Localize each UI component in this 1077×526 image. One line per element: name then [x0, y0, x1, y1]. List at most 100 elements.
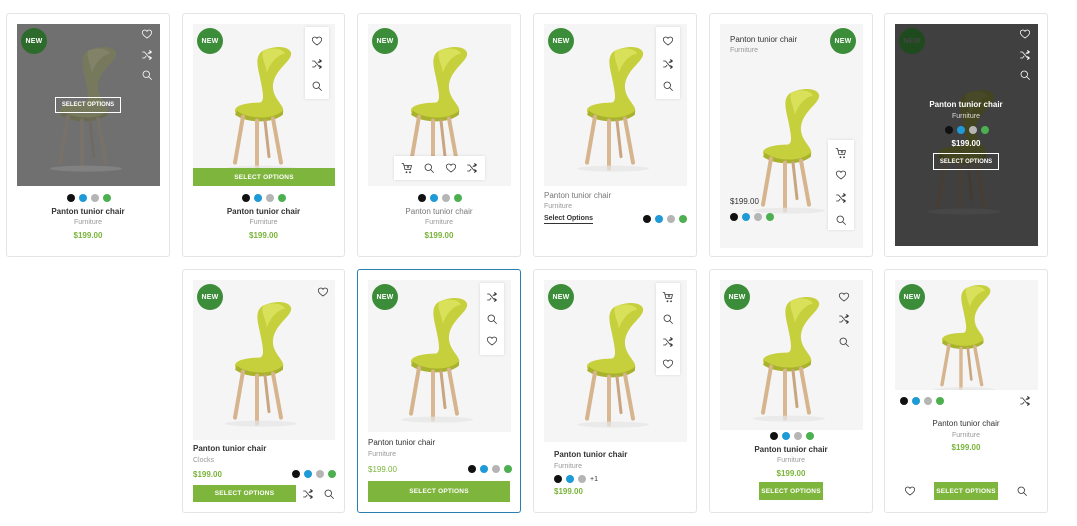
- shuffle-icon[interactable]: [465, 161, 479, 175]
- product-name[interactable]: Panton tunior chair: [710, 445, 872, 454]
- product-card-2[interactable]: SELECT OPTIONS NEW Panton tunior chair F…: [182, 13, 345, 257]
- product-name[interactable]: Panton tunior chair: [885, 419, 1047, 428]
- product-card-9[interactable]: NEW Panton tunior chair Furniture +1 $19…: [533, 269, 697, 513]
- product-card-4[interactable]: NEW Panton tunior chair Furniture Select…: [533, 13, 697, 257]
- swatch-black[interactable]: [554, 475, 562, 483]
- search-icon[interactable]: [661, 312, 675, 326]
- swatch-blue[interactable]: [566, 475, 574, 483]
- search-icon[interactable]: [422, 161, 436, 175]
- swatch-black[interactable]: [900, 397, 908, 405]
- product-card-7[interactable]: NEW Panton tunior chair Clocks $199.00 S…: [182, 269, 345, 513]
- swatch-black[interactable]: [643, 215, 651, 223]
- swatch-green[interactable]: [103, 194, 111, 202]
- product-card-1[interactable]: SELECT OPTIONS NEW Panton tunior chair F…: [6, 13, 170, 257]
- swatch-blue[interactable]: [655, 215, 663, 223]
- swatch-green[interactable]: [504, 465, 512, 473]
- heart-icon[interactable]: [837, 290, 851, 304]
- swatch-blue[interactable]: [304, 470, 312, 478]
- color-swatches[interactable]: [770, 432, 814, 440]
- select-options-button[interactable]: SELECT OPTIONS: [55, 97, 121, 113]
- product-card-10[interactable]: NEW Panton tunior chair Furniture $199.0…: [709, 269, 873, 513]
- heart-icon[interactable]: [140, 27, 154, 41]
- swatch-green[interactable]: [454, 194, 462, 202]
- heart-icon[interactable]: [1018, 27, 1032, 41]
- product-name[interactable]: Panton tunior chair: [183, 207, 344, 216]
- search-icon[interactable]: [140, 68, 154, 82]
- product-category[interactable]: Furniture: [730, 47, 758, 54]
- swatch-green[interactable]: [936, 397, 944, 405]
- swatch-black[interactable]: [418, 194, 426, 202]
- swatch-blue[interactable]: [742, 213, 750, 221]
- product-name[interactable]: Panton tunior chair: [544, 191, 611, 200]
- select-options-link[interactable]: Select Options: [544, 215, 594, 224]
- swatch-blue[interactable]: [480, 465, 488, 473]
- swatch-gray[interactable]: [578, 475, 586, 483]
- color-swatches[interactable]: [643, 215, 687, 223]
- search-icon[interactable]: [485, 312, 499, 326]
- select-options-button[interactable]: SELECT OPTIONS: [368, 481, 510, 502]
- swatch-black[interactable]: [730, 213, 738, 221]
- heart-icon[interactable]: [316, 285, 330, 299]
- shuffle-icon[interactable]: [661, 335, 675, 349]
- swatch-gray[interactable]: [442, 194, 450, 202]
- shuffle-icon[interactable]: [301, 487, 315, 501]
- product-card-3[interactable]: NEW Panton tunior chair Furniture $199.0…: [357, 13, 521, 257]
- product-category[interactable]: Furniture: [183, 219, 344, 226]
- product-card-8[interactable]: NEW Panton tunior chair Furniture $199.0…: [357, 269, 521, 513]
- product-category[interactable]: Furniture: [7, 219, 169, 226]
- heart-icon[interactable]: [444, 161, 458, 175]
- search-icon[interactable]: [310, 79, 324, 93]
- product-category[interactable]: Furniture: [885, 432, 1047, 439]
- color-swatches[interactable]: +1: [554, 475, 598, 483]
- product-category[interactable]: Clocks: [193, 457, 214, 464]
- swatch-green[interactable]: [278, 194, 286, 202]
- cart-icon[interactable]: [400, 161, 414, 175]
- cart-icon[interactable]: [661, 290, 675, 304]
- select-options-button[interactable]: SELECT OPTIONS: [759, 482, 823, 500]
- swatch-gray[interactable]: [754, 213, 762, 221]
- swatch-gray[interactable]: [91, 194, 99, 202]
- product-card-6[interactable]: NEW Panton tunior chair Furniture $199.0…: [884, 13, 1048, 257]
- swatch-black[interactable]: [770, 432, 778, 440]
- select-options-button[interactable]: SELECT OPTIONS: [193, 168, 335, 186]
- swatch-black[interactable]: [468, 465, 476, 473]
- product-category[interactable]: Furniture: [885, 113, 1047, 120]
- swatch-gray[interactable]: [266, 194, 274, 202]
- product-image[interactable]: [895, 24, 1038, 246]
- color-swatches[interactable]: [418, 194, 462, 202]
- color-swatches[interactable]: [900, 397, 944, 405]
- shuffle-icon[interactable]: [310, 57, 324, 71]
- swatch-black[interactable]: [945, 126, 953, 134]
- product-category[interactable]: Furniture: [554, 463, 582, 470]
- color-swatches[interactable]: [730, 213, 774, 221]
- product-name[interactable]: Panton tunior chair: [730, 35, 797, 44]
- product-name[interactable]: Panton tunior chair: [554, 450, 627, 459]
- search-icon[interactable]: [1015, 484, 1029, 498]
- color-swatches[interactable]: [945, 126, 989, 134]
- shuffle-icon[interactable]: [1018, 48, 1032, 62]
- product-name[interactable]: Panton tunior chair: [7, 207, 169, 216]
- product-category[interactable]: Furniture: [368, 451, 396, 458]
- cart-icon[interactable]: [834, 146, 848, 160]
- product-name[interactable]: Panton tunior chair: [193, 444, 266, 453]
- product-name[interactable]: Panton tunior chair: [885, 100, 1047, 109]
- select-options-button[interactable]: SELECT OPTIONS: [933, 153, 999, 170]
- swatch-gray[interactable]: [924, 397, 932, 405]
- search-icon[interactable]: [661, 79, 675, 93]
- product-category[interactable]: Furniture: [358, 219, 520, 226]
- swatch-green[interactable]: [766, 213, 774, 221]
- color-swatches[interactable]: [292, 470, 336, 478]
- heart-icon[interactable]: [485, 334, 499, 348]
- swatch-green[interactable]: [679, 215, 687, 223]
- swatch-green[interactable]: [981, 126, 989, 134]
- swatch-gray[interactable]: [667, 215, 675, 223]
- heart-icon[interactable]: [903, 484, 917, 498]
- more-colors-count[interactable]: +1: [590, 476, 598, 483]
- swatch-blue[interactable]: [957, 126, 965, 134]
- product-name[interactable]: Panton tunior chair: [368, 438, 435, 447]
- swatch-green[interactable]: [328, 470, 336, 478]
- product-name[interactable]: Panton tunior chair: [358, 207, 520, 216]
- swatch-blue[interactable]: [782, 432, 790, 440]
- swatch-black[interactable]: [242, 194, 250, 202]
- swatch-blue[interactable]: [254, 194, 262, 202]
